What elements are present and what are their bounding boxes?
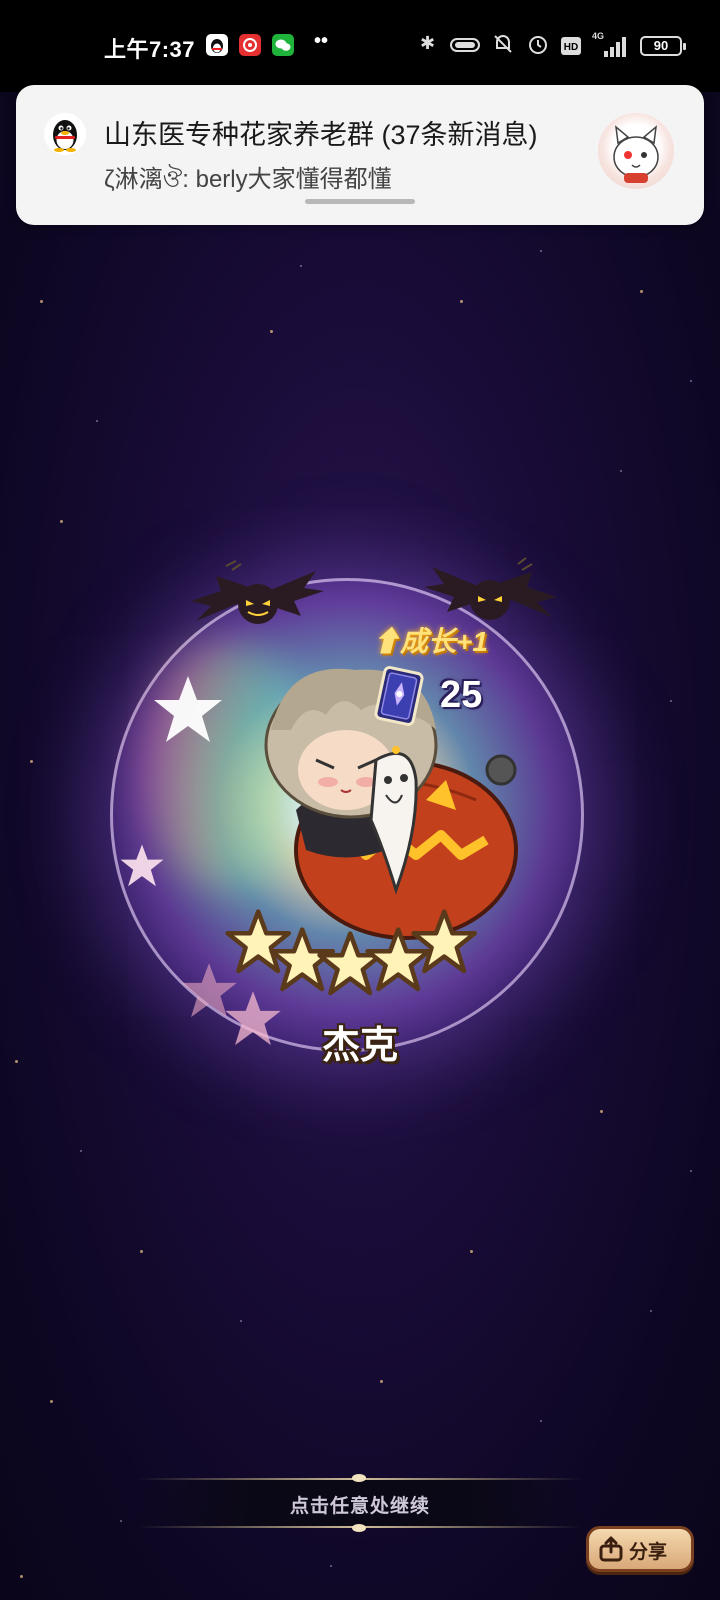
network-type-label: 4G xyxy=(592,31,605,41)
notification-title: 山东医专种花家养老群 (37条新消息) xyxy=(104,120,538,150)
bluetooth-icon: ✱ xyxy=(420,33,436,53)
status-time: 上午7:37 xyxy=(104,37,196,62)
divider-ornament xyxy=(352,1474,366,1482)
rating-star-icon xyxy=(225,909,292,974)
qq-icon xyxy=(206,34,228,56)
tap-to-continue-banner[interactable]: 点击任意处继续 xyxy=(138,1478,582,1528)
growth-plus-one-label: ⬆成长+1 xyxy=(372,626,488,657)
sparkle-star-icon xyxy=(154,676,222,742)
group-avatar xyxy=(598,113,674,189)
netease-music-icon xyxy=(239,34,261,56)
five-star-rating xyxy=(225,909,478,996)
alarm-icon xyxy=(527,33,549,60)
battery-level: 90 xyxy=(653,38,669,53)
card-count: 25 xyxy=(440,674,483,716)
tarot-card-icon xyxy=(374,666,424,726)
notification-drag-handle[interactable] xyxy=(305,199,415,204)
share-icon xyxy=(599,1536,623,1562)
status-bar: 上午7:37 •• ✱ HD 4G 90 xyxy=(0,0,720,92)
more-notifications-icon: •• xyxy=(314,30,329,52)
mute-icon xyxy=(492,33,514,60)
qq-notification-banner[interactable]: 山东医专种花家养老群 (37条新消息) ζ淋漓ঔ: berly大家懂得都懂 xyxy=(16,85,704,225)
signal-icon: 4G xyxy=(592,31,628,57)
vibrate-icon xyxy=(450,37,480,58)
divider-ornament xyxy=(352,1524,366,1532)
wechat-icon xyxy=(272,34,294,56)
share-button[interactable]: 分享 xyxy=(586,1526,694,1572)
sparkle-star-icon xyxy=(120,844,164,887)
svg-text:HD: HD xyxy=(564,42,578,53)
hd-icon: HD xyxy=(560,36,582,61)
rating-star-icon xyxy=(411,909,478,974)
continue-text: 点击任意处继续 xyxy=(289,1496,430,1517)
battery-icon: 90 xyxy=(640,36,686,56)
qq-penguin-icon xyxy=(44,113,86,155)
bat-left-icon xyxy=(191,560,324,624)
character-name: 杰克 xyxy=(321,1025,398,1067)
share-label: 分享 xyxy=(629,1542,668,1563)
notification-message: ζ淋漓ঔ: berly大家懂得都懂 xyxy=(104,166,392,193)
rating-star-icon xyxy=(317,931,384,996)
